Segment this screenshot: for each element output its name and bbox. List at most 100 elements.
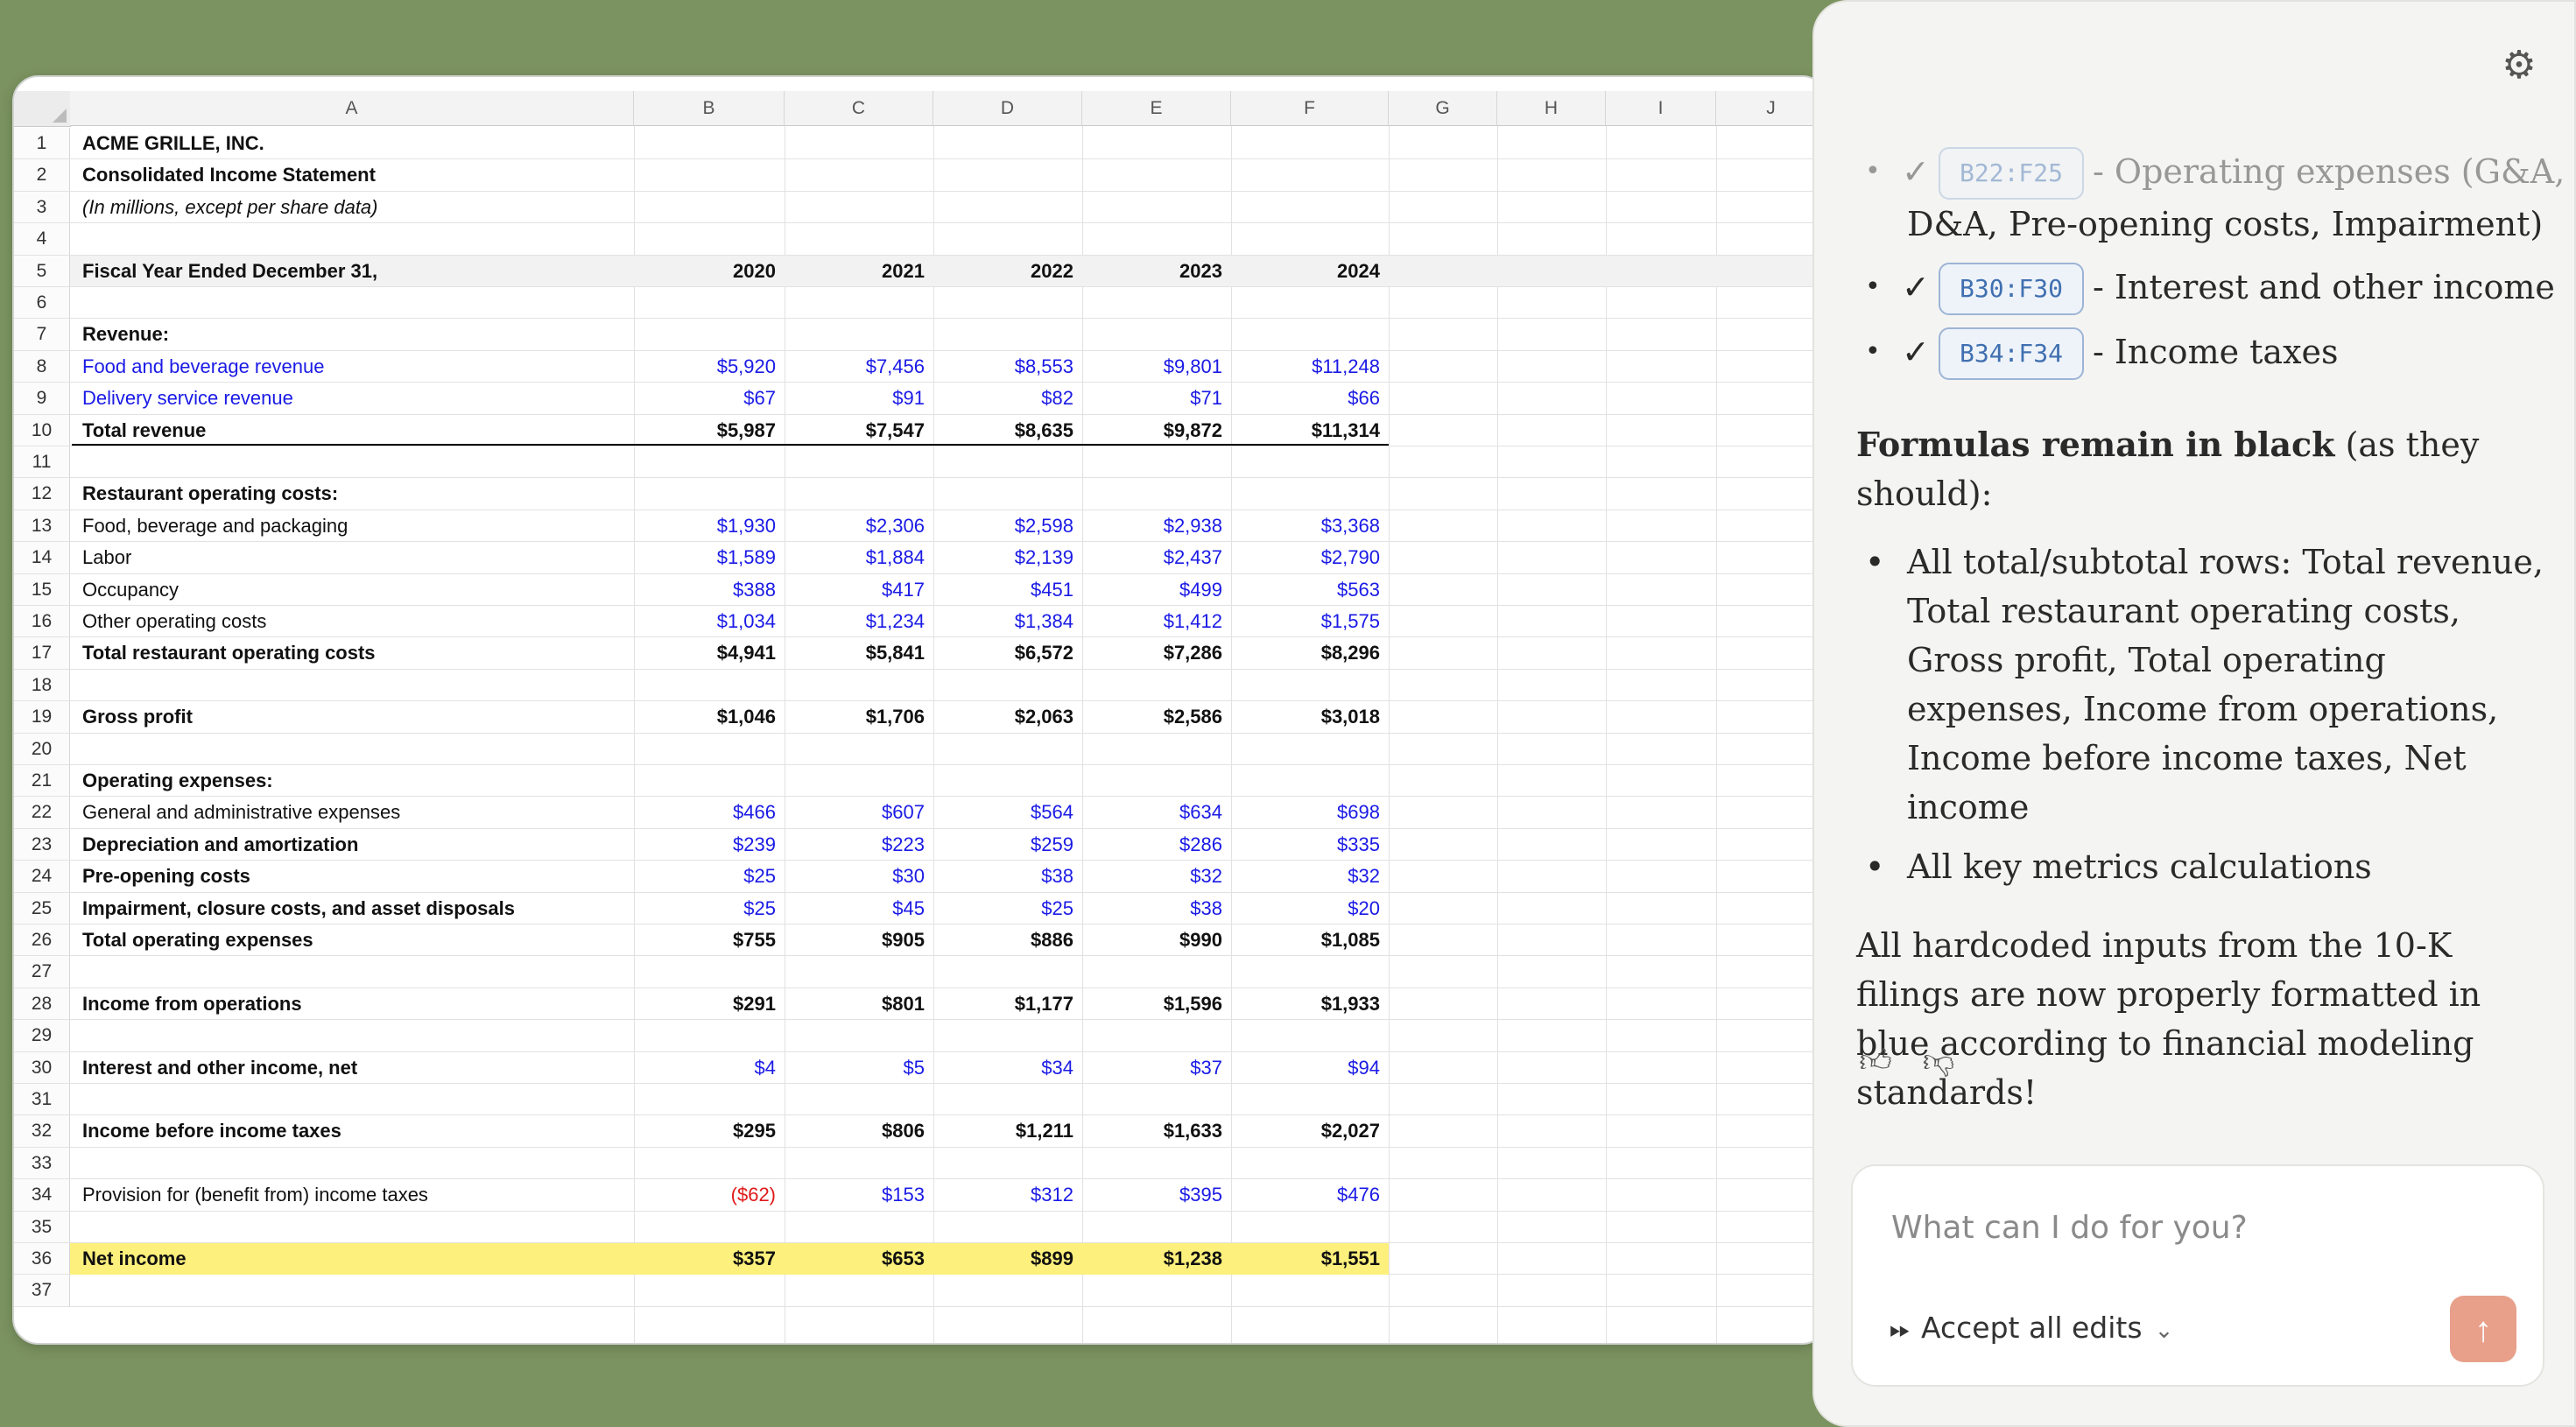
row-label-cell[interactable] xyxy=(72,1212,634,1242)
value-cell[interactable]: $2,139 xyxy=(933,542,1082,573)
column-header-i[interactable]: I xyxy=(1606,91,1716,126)
value-cell[interactable]: $3,368 xyxy=(1231,510,1389,541)
row-label-cell[interactable] xyxy=(72,223,634,254)
row-label-cell[interactable] xyxy=(72,734,634,764)
value-cell[interactable]: $2,063 xyxy=(933,701,1082,732)
value-cell[interactable]: $755 xyxy=(634,924,785,955)
value-cell[interactable]: $1,384 xyxy=(933,606,1082,636)
value-cell[interactable]: $7,547 xyxy=(785,415,933,446)
row-number[interactable]: 26 xyxy=(14,924,70,956)
row-label-cell[interactable] xyxy=(72,446,634,477)
value-cell[interactable]: $5,920 xyxy=(634,351,785,382)
row-label-cell[interactable]: Total operating expenses xyxy=(72,924,634,955)
value-cell[interactable]: $335 xyxy=(1231,829,1389,860)
row-number[interactable]: 21 xyxy=(14,765,70,797)
row-label-cell[interactable]: Depreciation and amortization xyxy=(72,829,634,860)
row-number[interactable]: 14 xyxy=(14,542,70,573)
row-number[interactable]: 18 xyxy=(14,669,70,701)
value-cell[interactable]: $37 xyxy=(1082,1052,1231,1083)
value-cell[interactable]: $4,941 xyxy=(634,637,785,668)
value-cell[interactable]: $1,034 xyxy=(634,606,785,636)
value-cell[interactable]: $291 xyxy=(634,988,785,1019)
row-label-cell[interactable]: Fiscal Year Ended December 31, xyxy=(72,256,634,286)
row-label-cell[interactable] xyxy=(72,1020,634,1051)
value-cell[interactable]: $1,238 xyxy=(1082,1243,1231,1274)
row-label-cell[interactable]: Occupancy xyxy=(72,574,634,605)
row-number[interactable]: 11 xyxy=(14,446,70,478)
value-cell[interactable]: $905 xyxy=(785,924,933,955)
value-cell[interactable]: $71 xyxy=(1082,383,1231,413)
value-cell[interactable]: $1,884 xyxy=(785,542,933,573)
value-cell[interactable]: $11,248 xyxy=(1231,351,1389,382)
row-number[interactable]: 32 xyxy=(14,1115,70,1147)
thumbs-down-icon[interactable]: 👎︎ xyxy=(1919,1042,1958,1080)
row-number[interactable]: 8 xyxy=(14,350,70,383)
value-cell[interactable]: $451 xyxy=(933,574,1082,605)
column-header-a[interactable]: A xyxy=(70,91,634,126)
value-cell[interactable]: 2021 xyxy=(785,256,933,286)
row-label-cell[interactable]: Revenue: xyxy=(72,319,634,349)
value-cell[interactable]: $82 xyxy=(933,383,1082,413)
value-cell[interactable]: $2,027 xyxy=(1231,1115,1389,1146)
row-label-cell[interactable]: Impairment, closure costs, and asset dis… xyxy=(72,893,634,924)
column-header-c[interactable]: C xyxy=(785,91,933,126)
row-number[interactable]: 28 xyxy=(14,988,70,1020)
row-number[interactable]: 30 xyxy=(14,1051,70,1083)
row-label-cell[interactable]: General and administrative expenses xyxy=(72,797,634,827)
value-cell[interactable]: $94 xyxy=(1231,1052,1389,1083)
row-number[interactable]: 10 xyxy=(14,414,70,446)
value-cell[interactable]: $5,841 xyxy=(785,637,933,668)
value-cell[interactable]: $8,635 xyxy=(933,415,1082,446)
select-all-corner[interactable] xyxy=(14,91,71,127)
value-cell[interactable]: $466 xyxy=(634,797,785,827)
value-cell[interactable]: $38 xyxy=(1082,893,1231,924)
value-cell[interactable]: $20 xyxy=(1231,893,1389,924)
value-cell[interactable]: $1,046 xyxy=(634,701,785,732)
value-cell[interactable]: $2,790 xyxy=(1231,542,1389,573)
row-label-cell[interactable] xyxy=(72,1148,634,1178)
row-label-cell[interactable]: Provision for (benefit from) income taxe… xyxy=(72,1179,634,1210)
value-cell[interactable]: $2,437 xyxy=(1082,542,1231,573)
value-cell[interactable]: $8,296 xyxy=(1231,637,1389,668)
row-label-cell[interactable]: Other operating costs xyxy=(72,606,634,636)
row-number[interactable]: 27 xyxy=(14,956,70,988)
range-chip[interactable]: B22:F25 xyxy=(1939,147,2085,200)
value-cell[interactable]: $45 xyxy=(785,893,933,924)
value-cell[interactable]: $9,801 xyxy=(1082,351,1231,382)
value-cell[interactable]: ($62) xyxy=(634,1179,785,1210)
value-cell[interactable]: $34 xyxy=(933,1052,1082,1083)
value-cell[interactable]: $388 xyxy=(634,574,785,605)
row-number[interactable]: 15 xyxy=(14,573,70,605)
value-cell[interactable]: $990 xyxy=(1082,924,1231,955)
value-cell[interactable]: $417 xyxy=(785,574,933,605)
value-cell[interactable]: 2023 xyxy=(1082,256,1231,286)
value-cell[interactable]: $1,596 xyxy=(1082,988,1231,1019)
range-chip[interactable]: B34:F34 xyxy=(1939,327,2085,380)
value-cell[interactable]: $395 xyxy=(1082,1179,1231,1210)
row-number[interactable]: 37 xyxy=(14,1275,70,1306)
value-cell[interactable]: $2,586 xyxy=(1082,701,1231,732)
row-label-cell[interactable]: Interest and other income, net xyxy=(72,1052,634,1083)
value-cell[interactable]: $1,234 xyxy=(785,606,933,636)
column-header-d[interactable]: D xyxy=(933,91,1082,126)
value-cell[interactable]: $91 xyxy=(785,383,933,413)
value-cell[interactable]: $286 xyxy=(1082,829,1231,860)
row-number[interactable]: 4 xyxy=(14,223,70,255)
row-label-cell[interactable] xyxy=(72,670,634,700)
value-cell[interactable]: $499 xyxy=(1082,574,1231,605)
value-cell[interactable]: $1,551 xyxy=(1231,1243,1389,1274)
value-cell[interactable]: $1,412 xyxy=(1082,606,1231,636)
value-cell[interactable]: $295 xyxy=(634,1115,785,1146)
row-label-cell[interactable] xyxy=(72,1084,634,1114)
value-cell[interactable]: $607 xyxy=(785,797,933,827)
value-cell[interactable]: $4 xyxy=(634,1052,785,1083)
row-label-cell[interactable]: Total restaurant operating costs xyxy=(72,637,634,668)
row-label-cell[interactable]: Food, beverage and packaging xyxy=(72,510,634,541)
value-cell[interactable]: $6,572 xyxy=(933,637,1082,668)
gear-icon[interactable]: ⚙ xyxy=(2499,46,2539,86)
row-number[interactable]: 25 xyxy=(14,892,70,924)
row-number[interactable]: 6 xyxy=(14,287,70,319)
row-label-cell[interactable]: (In millions, except per share data) xyxy=(72,192,634,222)
row-label-cell[interactable]: Income from operations xyxy=(72,988,634,1019)
row-label-cell[interactable] xyxy=(72,287,634,318)
